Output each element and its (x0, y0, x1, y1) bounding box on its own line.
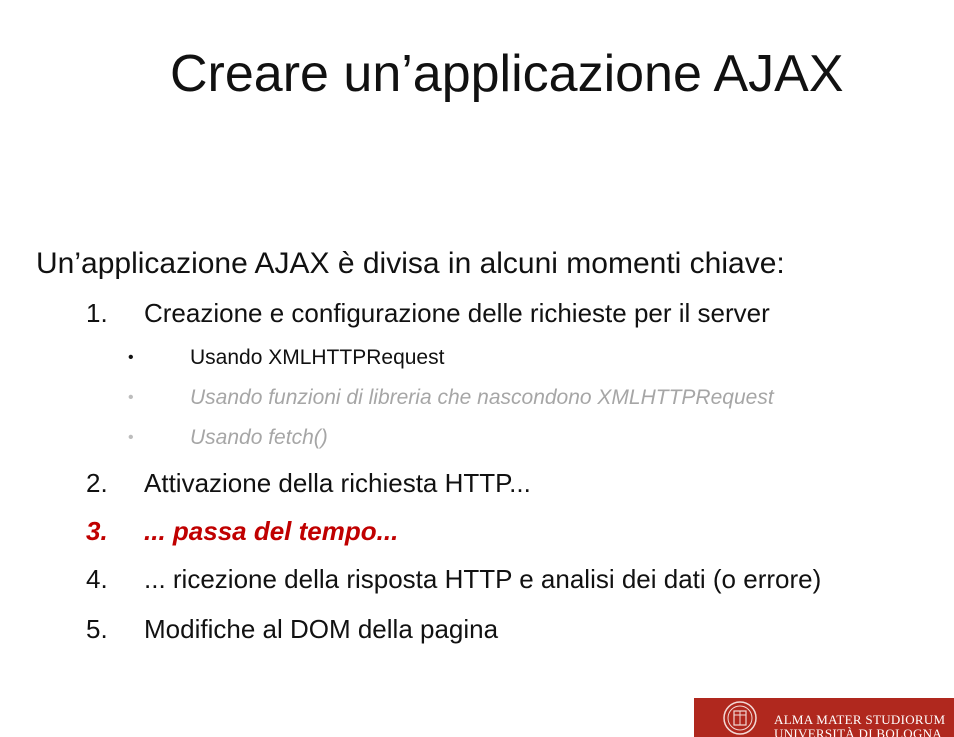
step-text: Attivazione della richiesta HTTP... (144, 468, 531, 498)
step-item: 5. Modifiche al DOM della pagina (86, 612, 498, 646)
step-number: 1. (86, 298, 108, 328)
substep-item: • Usando XMLHTTPRequest (128, 344, 444, 372)
step-number: 5. (86, 614, 108, 644)
step-text: ... ricezione della risposta HTTP e anal… (144, 564, 822, 594)
step-item: 1. Creazione e configurazione delle richi… (86, 296, 770, 330)
substep-text: Usando XMLHTTPRequest (190, 346, 445, 369)
bullet-icon: • (128, 389, 134, 406)
step-text: Creazione e configurazione delle richies… (144, 298, 770, 328)
substep-item: • Usando fetch() (128, 424, 328, 452)
step-item: 2. Attivazione della richiesta HTTP... (86, 466, 531, 500)
substep-text: Usando funzioni di libreria che nascondo… (190, 386, 774, 409)
bullet-icon: • (128, 349, 134, 366)
substep-item: • Usando funzioni di libreria che nascond… (128, 384, 774, 412)
slide-title: Creare un’applicazione AJAX (170, 45, 844, 103)
intro-text: Un’applicazione AJAX è divisa in alcuni … (36, 247, 785, 280)
step-number: 4. (86, 564, 108, 594)
step-item-highlighted: 3. ... passa del tempo... (86, 514, 398, 548)
step-text: Modifiche al DOM della pagina (144, 614, 499, 644)
logo-line-2: UNIVERSITÀ DI BOLOGNA (774, 726, 943, 737)
university-seal-icon (723, 701, 757, 735)
step-item: 4. ... ricezione della risposta HTTP e an… (86, 562, 821, 596)
step-number: 2. (86, 468, 108, 498)
substep-text: Usando fetch() (190, 426, 328, 449)
step-text: ... passa del tempo... (144, 516, 399, 546)
university-logo: ALMA MATER STUDIORUM UNIVERSITÀ DI BOLOG… (694, 698, 954, 737)
bullet-icon: • (128, 429, 134, 446)
step-number: 3. (86, 516, 108, 546)
